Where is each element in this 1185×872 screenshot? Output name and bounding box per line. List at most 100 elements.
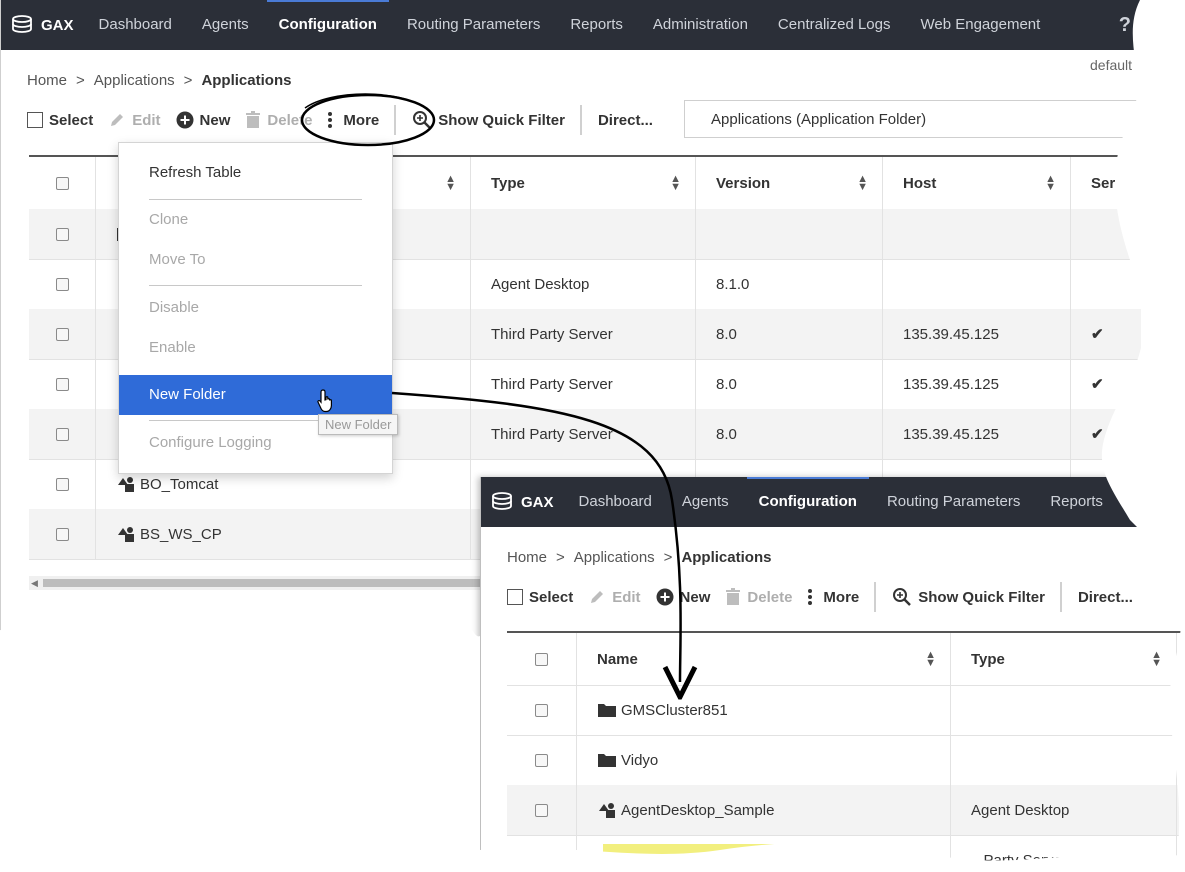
breadcrumb-parent[interactable]: Applications	[574, 549, 655, 566]
row-checkbox[interactable]	[507, 685, 577, 735]
edit-label: Edit	[612, 588, 641, 606]
select-button[interactable]: Select	[507, 589, 573, 606]
new-button[interactable]: New	[656, 588, 711, 606]
nav-web-engagement[interactable]: Web Engagement	[906, 0, 1056, 50]
row-checkbox[interactable]	[29, 509, 96, 559]
table-row[interactable]: Vidyo	[507, 735, 1185, 786]
row-checkbox[interactable]	[29, 309, 96, 359]
sort-icon: ▲ ▼	[670, 173, 681, 193]
gax-logo[interactable]: GAX	[11, 15, 74, 35]
pencil-icon	[588, 588, 606, 606]
delete-button[interactable]: Delete	[245, 111, 312, 129]
cell-version: 8.0	[696, 409, 883, 459]
table-row[interactable]: AgentDesktop_Sample Agent Desktop	[507, 785, 1185, 836]
column-header-type[interactable]: Type ▲ ▼	[471, 157, 696, 209]
folder-icon	[597, 752, 617, 768]
cell-version: 8.1.0	[696, 259, 883, 309]
folder-selector[interactable]: Applications (Application Folder)	[684, 100, 1141, 138]
column-header-host[interactable]: Host ▲ ▼	[883, 157, 1071, 209]
new-button[interactable]: New	[176, 111, 230, 129]
scroll-left-icon[interactable]: ◀	[31, 578, 38, 589]
help-icon[interactable]: ?	[1119, 14, 1131, 37]
database-icon	[12, 15, 32, 33]
nav-agents[interactable]: Agents	[187, 0, 264, 50]
directory-button[interactable]: Direct...	[1078, 589, 1133, 606]
cell-name: Vidyo	[577, 735, 951, 785]
nav-configuration[interactable]: Configuration	[744, 477, 872, 527]
select-all-checkbox[interactable]	[29, 157, 96, 209]
breadcrumb-home[interactable]: Home	[507, 549, 547, 566]
nav-centralized-logs[interactable]: Centralized Logs	[763, 0, 906, 50]
show-quick-filter-label: Show Quick Filter	[438, 111, 565, 129]
new-label: New	[679, 588, 711, 606]
delete-button[interactable]: Delete	[725, 588, 792, 606]
row-checkbox[interactable]	[29, 409, 96, 459]
show-quick-filter-button[interactable]: Show Quick Filter	[892, 587, 1045, 607]
toolbar: Select Edit New Delete More Show Quick F…	[507, 581, 1148, 613]
more-label: More	[823, 588, 860, 606]
more-button[interactable]: More	[807, 588, 859, 606]
column-header-type[interactable]: Type ▲ ▼	[951, 633, 1177, 685]
scrollbar-thumb[interactable]	[43, 579, 483, 587]
tenant-label: default	[1090, 57, 1133, 73]
directory-label: Direct...	[1077, 588, 1133, 606]
cell-host: 135.39.45.125	[883, 309, 1071, 359]
select-all-checkbox[interactable]	[507, 633, 577, 685]
toolbar-divider	[579, 105, 582, 135]
show-quick-filter-button[interactable]: Show Quick Filter	[412, 110, 565, 130]
row-checkbox[interactable]	[29, 359, 96, 409]
torn-edge-bottom	[0, 620, 480, 872]
column-header-server[interactable]: Serv	[1071, 157, 1141, 209]
row-checkbox[interactable]	[507, 735, 577, 785]
breadcrumb: Home > Applications > Applications	[27, 72, 291, 89]
nav-dashboard[interactable]: Dashboard	[84, 0, 187, 50]
database-icon	[492, 492, 512, 510]
menu-item-disable: Disable	[149, 299, 200, 316]
row-checkbox[interactable]	[507, 835, 577, 872]
vertical-ellipsis-icon	[807, 588, 813, 606]
application-icon	[116, 475, 136, 493]
breadcrumb-parent[interactable]: Applications	[94, 72, 175, 89]
cell-version: 8.0	[696, 359, 883, 409]
select-checkbox-icon	[27, 112, 43, 128]
row-checkbox[interactable]	[29, 259, 96, 309]
cell-name: AgentDesktop_Sample	[577, 785, 951, 835]
more-label: More	[343, 111, 380, 129]
row-checkbox[interactable]	[507, 785, 577, 835]
cell-host	[883, 209, 1071, 259]
edit-button[interactable]: Edit	[588, 588, 641, 606]
menu-item-refresh-table[interactable]: Refresh Table	[119, 153, 392, 193]
table-row[interactable]: GMSCluster851	[507, 685, 1185, 736]
nav-routing-parameters[interactable]: Routing Parameters	[872, 477, 1035, 527]
nav-reports[interactable]: Reports	[555, 0, 638, 50]
column-header-name[interactable]: Name ▲ ▼	[577, 633, 951, 685]
nav-agents[interactable]: Agents	[667, 477, 744, 527]
cell-server-check	[1071, 209, 1141, 259]
more-button[interactable]: More	[327, 111, 379, 129]
breadcrumb-home[interactable]: Home	[27, 72, 67, 89]
nav-dashboard[interactable]: Dashboard	[564, 477, 667, 527]
horizontal-scrollbar[interactable]: ◀	[29, 576, 489, 590]
cell-name: ...tup	[577, 835, 951, 872]
row-checkbox[interactable]	[29, 209, 96, 259]
grid-header-row: Name ▲ ▼ Type ▲ ▼	[507, 633, 1185, 686]
trash-icon	[245, 111, 261, 129]
table-row[interactable]: ...tup ...Party Server	[507, 835, 1185, 872]
select-button[interactable]: Select	[27, 112, 93, 129]
cell-server-check: ✔	[1091, 426, 1104, 443]
nav-administration[interactable]: Administration	[638, 0, 763, 50]
gax-logo[interactable]: GAX	[491, 492, 554, 512]
nav-administration[interactable]: Adminis	[1118, 477, 1185, 527]
directory-button[interactable]: Direct...	[598, 112, 653, 129]
menu-item-new-folder[interactable]: New Folder	[119, 375, 392, 415]
nav-routing-parameters[interactable]: Routing Parameters	[392, 0, 555, 50]
top-navigation: GAX Dashboard Agents Configuration Routi…	[481, 477, 1185, 527]
zoom-in-icon	[892, 587, 912, 607]
nav-configuration[interactable]: Configuration	[264, 0, 392, 50]
select-label: Select	[49, 111, 94, 129]
application-icon	[597, 801, 617, 819]
row-checkbox[interactable]	[29, 459, 96, 509]
nav-reports[interactable]: Reports	[1035, 477, 1118, 527]
edit-button[interactable]: Edit	[108, 111, 161, 129]
column-header-version[interactable]: Version ▲ ▼	[696, 157, 883, 209]
